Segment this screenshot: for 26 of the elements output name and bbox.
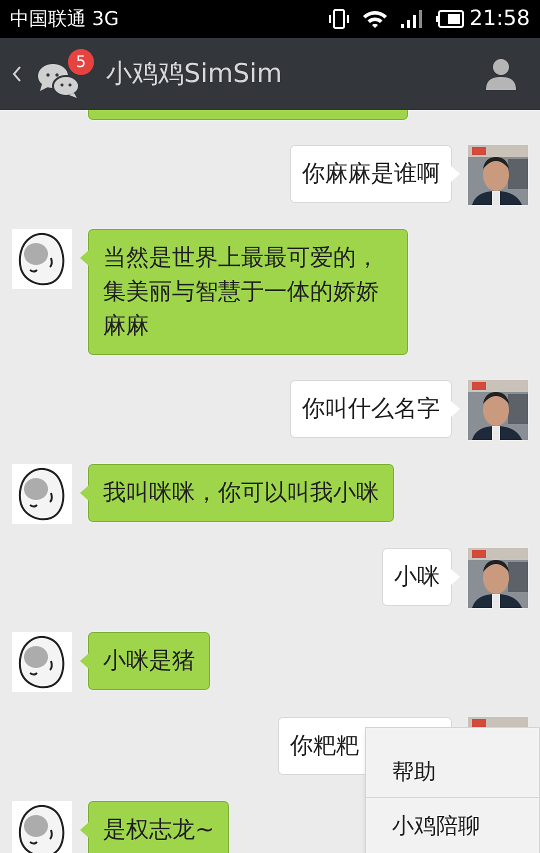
battery-icon — [436, 10, 464, 28]
message-text: 小咪 — [394, 563, 440, 592]
time-text: 21:58 — [469, 5, 530, 32]
chat-title: 小鸡鸡SimSim — [106, 58, 282, 90]
signal-icon — [400, 9, 424, 29]
message-text: 我叫咪咪，你可以叫我小咪 — [103, 479, 379, 508]
menu-item[interactable]: 小鸡陪聊 — [366, 796, 539, 853]
message-text: 当然是世界上最最可爱的，集美丽与智慧于一体的娇娇麻麻 — [103, 244, 380, 341]
message-text: 是权志龙~ — [103, 816, 214, 845]
blob-avatar-icon — [18, 232, 66, 286]
unread-badge: 5 — [68, 49, 94, 75]
vibrate-icon — [328, 8, 350, 30]
menu-item[interactable]: 帮助 — [366, 728, 539, 797]
wifi-icon — [362, 9, 388, 29]
back-button[interactable] — [12, 65, 22, 83]
back-icon — [12, 65, 22, 83]
profile-button[interactable] — [486, 58, 516, 90]
chats-button[interactable]: 5 — [36, 49, 94, 99]
blob-avatar-icon — [18, 635, 66, 689]
message-text: 你麻麻是谁啊 — [302, 160, 440, 189]
person-icon — [486, 58, 516, 90]
carrier-text: 中国联通 3G — [10, 6, 119, 32]
message-text: 你粑粑 — [290, 732, 359, 761]
message-text: 你叫什么名字 — [302, 395, 440, 424]
blob-avatar-icon — [18, 467, 66, 521]
message-text: 小咪是猪 — [103, 647, 195, 676]
